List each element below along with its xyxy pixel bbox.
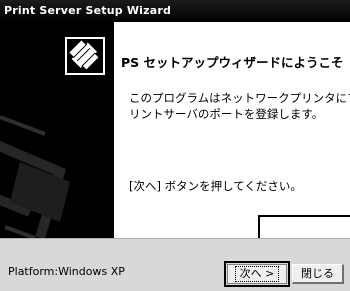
next-button-label: 次へ > — [234, 266, 280, 282]
wizard-window: Print Server Setup Wizard PS セットアップウィザード… — [0, 0, 350, 291]
platform-label: Platform:Windows XP — [8, 265, 125, 278]
close-button[interactable]: 閉じる — [292, 264, 344, 284]
printer-wizard-icon — [64, 36, 114, 86]
side-banner — [0, 22, 114, 238]
next-button[interactable]: 次へ > — [224, 261, 290, 287]
welcome-panel: PS セットアップウィザードにようこそ このプログラムはネットワークプリンタにプ… — [114, 22, 350, 238]
instruction-text: [次へ] ボタンを押してください。 — [129, 179, 302, 193]
window-title: Print Server Setup Wizard — [4, 4, 172, 17]
welcome-heading: PS セットアップウィザードにようこそ — [121, 55, 344, 70]
callout-line — [258, 215, 350, 217]
description-text: このプログラムはネットワークプリンタにプ リントサーバのポートを登録します。 — [129, 91, 350, 121]
button-bar: Platform:Windows XP 次へ > 閉じる — [0, 238, 350, 291]
title-bar: Print Server Setup Wizard — [0, 0, 350, 22]
